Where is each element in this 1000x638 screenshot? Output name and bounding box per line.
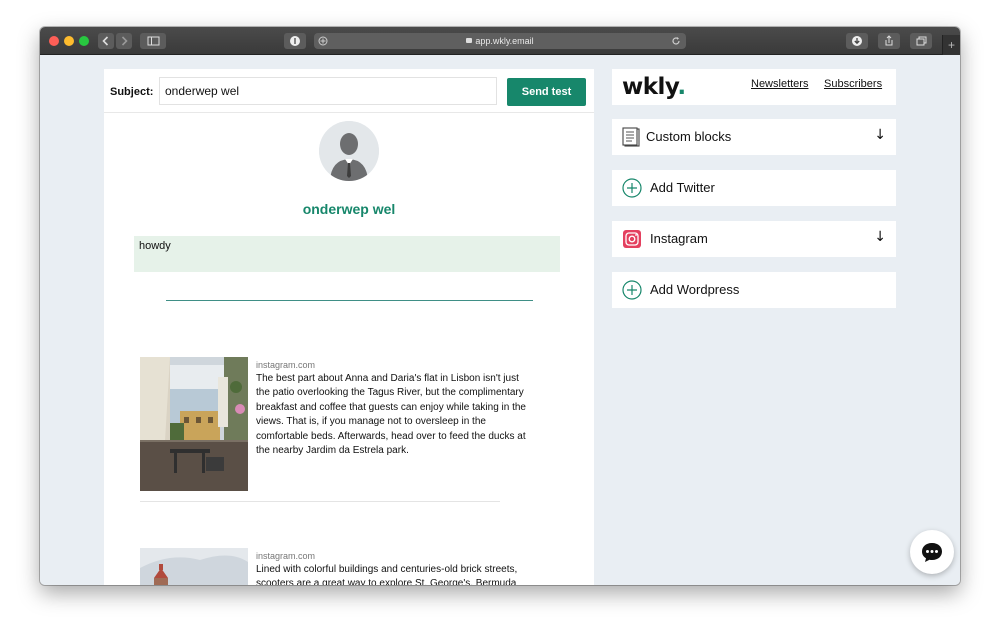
instagram-icon xyxy=(622,229,642,249)
post-text: The best part about Anna and Daria's fla… xyxy=(256,373,526,457)
sidebar-icon xyxy=(147,36,160,46)
chat-button[interactable] xyxy=(910,530,954,574)
url-text: app.wkly.email xyxy=(475,36,534,46)
email-editor: Subject: Send test onderwep wel howdy xyxy=(104,69,594,585)
instagram-post[interactable]: instagram.com Lined with colorful buildi… xyxy=(140,548,540,585)
subject-label: Subject: xyxy=(110,86,154,98)
arrow-down-icon[interactable]: ↓ xyxy=(874,229,886,245)
add-bookmark-icon xyxy=(318,36,328,46)
arrow-down-icon[interactable]: ↓ xyxy=(874,127,886,143)
instagram-label: Instagram xyxy=(650,231,708,246)
logo-text: wkly xyxy=(622,74,678,100)
reader-button[interactable] xyxy=(284,33,306,49)
avatar xyxy=(319,121,379,181)
post-image xyxy=(140,357,248,491)
info-icon xyxy=(290,36,300,46)
browser-window: app.wkly.email + Subject: Send test xyxy=(40,27,960,585)
app-header: wkly. Newsletters Subscribers xyxy=(612,69,896,105)
greeting-block[interactable]: howdy xyxy=(134,236,560,272)
wkly-logo[interactable]: wkly. xyxy=(622,74,686,100)
forward-button[interactable] xyxy=(116,33,132,49)
lock-icon xyxy=(466,38,473,44)
minimize-window-button[interactable] xyxy=(64,36,74,46)
add-wordpress-row[interactable]: Add Wordpress xyxy=(612,272,896,308)
sender-name: onderwep wel xyxy=(302,201,396,217)
person-avatar-icon xyxy=(319,121,379,181)
tabs-overview-button[interactable] xyxy=(910,33,932,49)
instagram-post[interactable]: instagram.com The best part about Anna a… xyxy=(140,357,540,491)
balcony-photo xyxy=(140,357,248,491)
close-window-button[interactable] xyxy=(49,36,59,46)
custom-blocks-label: Custom blocks xyxy=(646,129,732,144)
sidebar-toggle-button[interactable] xyxy=(140,33,166,49)
download-icon xyxy=(852,36,862,46)
divider xyxy=(166,300,533,301)
add-twitter-label: Add Twitter xyxy=(650,180,715,195)
post-image xyxy=(140,548,248,585)
nav-subscribers[interactable]: Subscribers xyxy=(824,78,882,90)
chevron-left-icon xyxy=(102,36,109,46)
tabs-icon xyxy=(916,36,927,46)
share-icon xyxy=(885,35,893,46)
add-twitter-row[interactable]: Add Twitter xyxy=(612,170,896,206)
downloads-button[interactable] xyxy=(846,33,868,49)
screenshot-stage: app.wkly.email + Subject: Send test xyxy=(0,0,1000,638)
post-divider xyxy=(140,501,500,502)
post-source: instagram.com xyxy=(256,551,316,561)
add-circle-icon xyxy=(622,178,642,198)
send-test-button[interactable]: Send test xyxy=(507,78,586,106)
instagram-row[interactable]: Instagram ↓ xyxy=(612,221,896,257)
logo-dot: . xyxy=(677,74,686,100)
back-button[interactable] xyxy=(98,33,114,49)
nav-newsletters[interactable]: Newsletters xyxy=(751,78,808,90)
zoom-window-button[interactable] xyxy=(79,36,89,46)
share-button[interactable] xyxy=(878,33,900,49)
new-tab-button[interactable]: + xyxy=(942,35,960,55)
post-source: instagram.com xyxy=(256,360,316,370)
document-icon xyxy=(622,127,642,147)
reload-icon[interactable] xyxy=(671,36,681,46)
add-circle-icon xyxy=(622,280,642,300)
bermuda-photo xyxy=(140,548,248,585)
page-content: Subject: Send test onderwep wel howdy xyxy=(40,55,960,585)
chat-bubble-icon xyxy=(922,543,942,562)
address-bar[interactable]: app.wkly.email xyxy=(314,33,686,49)
add-wordpress-label: Add Wordpress xyxy=(650,282,740,297)
subject-row: Subject: Send test xyxy=(104,69,594,113)
chevron-right-icon xyxy=(121,36,128,46)
browser-toolbar: app.wkly.email + xyxy=(40,27,960,55)
post-text: Lined with colorful buildings and centur… xyxy=(256,564,518,585)
custom-blocks-row[interactable]: Custom blocks ↓ xyxy=(612,119,896,155)
subject-input[interactable] xyxy=(159,77,497,105)
